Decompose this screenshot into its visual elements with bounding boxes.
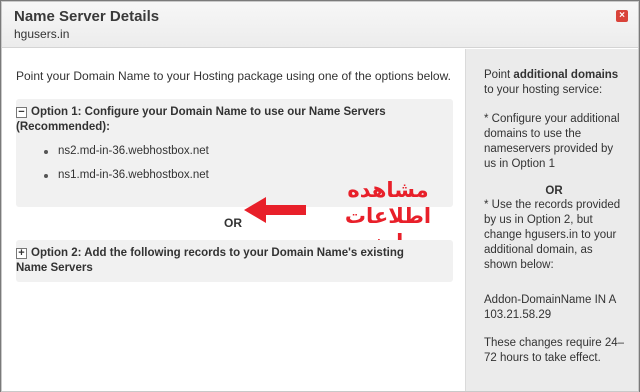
or-separator: OR — [224, 216, 242, 230]
sidebar-intro: Point additional domains to your hosting… — [484, 69, 619, 96]
nameserver-list: ns2.md-in-36.webhostbox.net ns1.md-in-36… — [44, 145, 209, 193]
arrow-left-icon — [244, 197, 306, 223]
collapse-icon[interactable]: − — [16, 107, 27, 118]
name-server-dialog: Name Server Details hgusers.in × Point y… — [1, 1, 639, 392]
dialog-title: Name Server Details — [14, 8, 160, 25]
main-panel: Point your Domain Name to your Hosting p… — [2, 49, 465, 391]
help-sidebar: Point additional domains to your hosting… — [465, 49, 638, 391]
domain-name: hgusers.in — [14, 27, 70, 41]
dialog-header: Name Server Details hgusers.in × — [2, 2, 638, 48]
list-item: ns2.md-in-36.webhostbox.net — [44, 145, 209, 169]
sidebar-or: OR — [545, 185, 563, 197]
close-icon[interactable]: × — [616, 10, 628, 22]
option2-panel: Option 2: Add the following records to y… — [16, 240, 453, 282]
option1-title[interactable]: Option 1: Configure your Domain Name to … — [16, 105, 426, 135]
sidebar-option1-help: * Configure your additional domains to u… — [484, 113, 620, 170]
expand-icon[interactable]: + — [16, 248, 27, 259]
option2-title[interactable]: Option 2: Add the following records to y… — [16, 246, 426, 276]
sidebar-record: Addon-DomainName IN A 103.21.58.29 — [484, 294, 616, 321]
option1-panel: Option 1: Configure your Domain Name to … — [16, 99, 453, 254]
list-item: ns1.md-in-36.webhostbox.net — [44, 169, 209, 193]
intro-text: Point your Domain Name to your Hosting p… — [16, 69, 451, 83]
sidebar-option2-help: * Use the records provided by us in Opti… — [484, 199, 621, 271]
sidebar-propagation-note: These changes require 24–72 hours to tak… — [484, 337, 625, 364]
